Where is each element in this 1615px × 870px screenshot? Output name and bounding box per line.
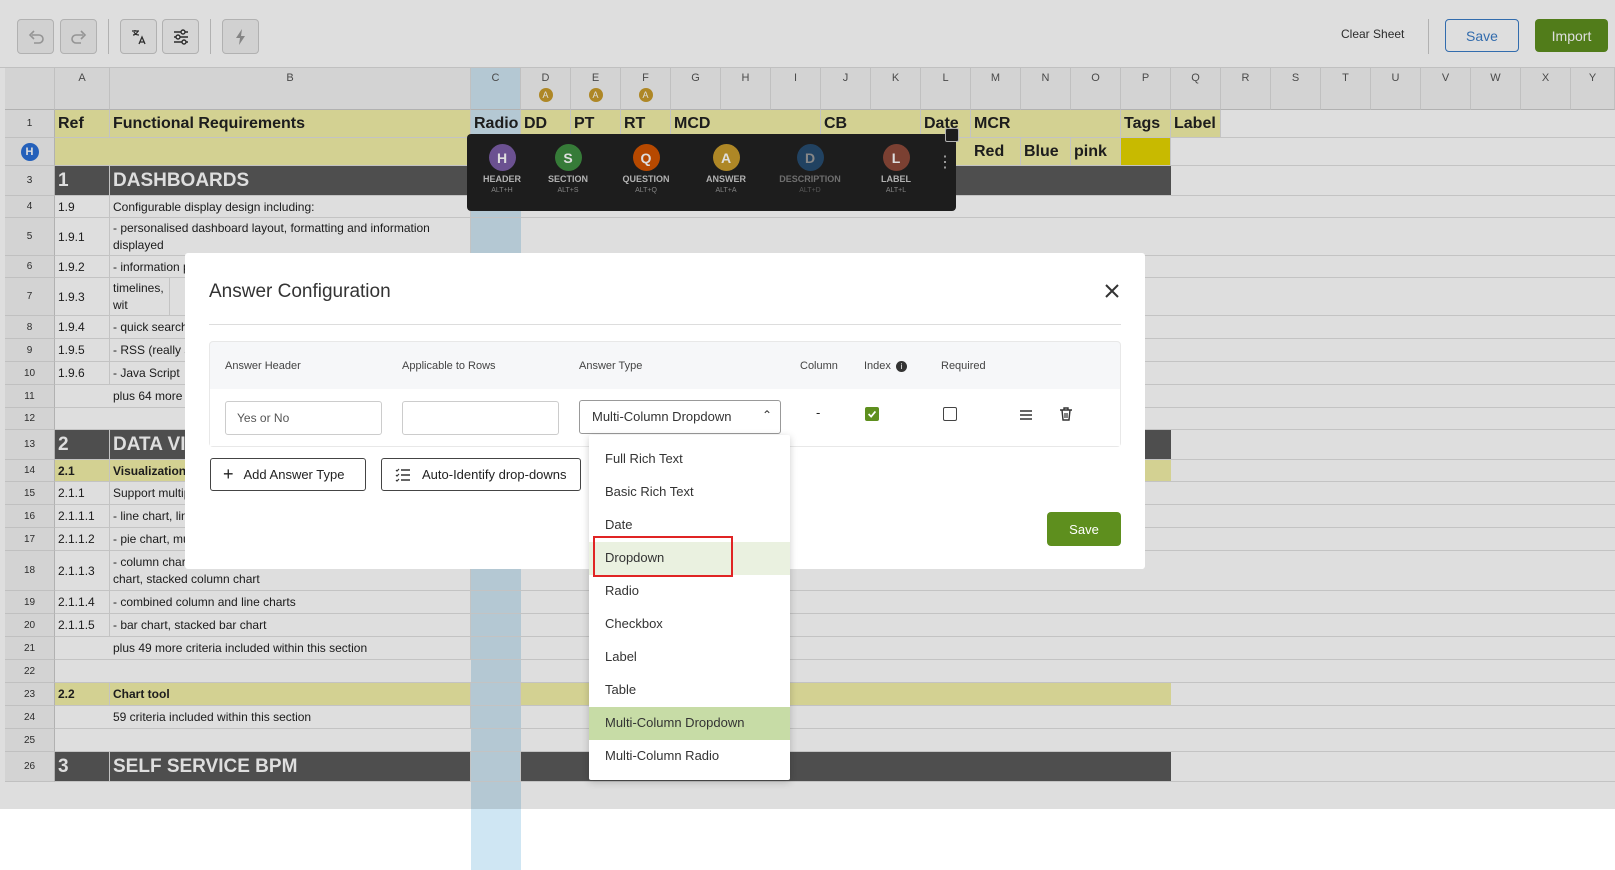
trash-icon [1060, 407, 1072, 421]
check-icon [867, 410, 877, 418]
col-answer-header: Answer Header [225, 360, 301, 372]
chevron-up-icon: ⌃ [761, 408, 772, 422]
answer-header-input[interactable]: Yes or No [225, 401, 382, 435]
option-full-rich-text[interactable]: Full Rich Text [589, 443, 790, 476]
info-icon[interactable]: i [895, 361, 907, 372]
close-button[interactable] [1102, 281, 1122, 301]
close-icon [1105, 284, 1119, 298]
button-label: Auto-Identify drop-downs [422, 467, 567, 482]
option-radio[interactable]: Radio [589, 575, 790, 608]
column-value: - [816, 405, 821, 420]
list-icon [395, 468, 410, 482]
option-multi-column-dropdown[interactable]: Multi-Column Dropdown [589, 707, 790, 740]
required-checkbox[interactable] [943, 407, 957, 421]
answer-table: Answer Header Applicable to Rows Answer … [209, 341, 1121, 447]
auto-identify-button[interactable]: Auto-Identify drop-downs [381, 458, 581, 491]
answer-type-value: Multi-Column Dropdown [592, 409, 732, 424]
option-label[interactable]: Label [589, 641, 790, 674]
plus-icon: + [223, 464, 234, 484]
index-checkbox[interactable] [865, 407, 879, 421]
drag-handle[interactable] [1018, 407, 1034, 423]
option-checkbox[interactable]: Checkbox [589, 608, 790, 641]
col-required: Required [941, 360, 986, 372]
delete-button[interactable] [1058, 406, 1074, 422]
col-applicable-rows: Applicable to Rows [402, 360, 496, 372]
modal-save-button[interactable]: Save [1047, 512, 1121, 546]
add-answer-type-button[interactable]: + Add Answer Type [210, 458, 366, 491]
highlight-box [593, 536, 733, 577]
answer-type-dropdown: Full Rich Text Basic Rich Text Date Drop… [589, 435, 790, 780]
divider [209, 324, 1121, 325]
option-table[interactable]: Table [589, 674, 790, 707]
menu-icon [1020, 410, 1032, 420]
col-column: Column [800, 360, 838, 372]
button-label: Add Answer Type [243, 467, 345, 482]
index-label: Index [864, 360, 891, 372]
col-index: Index i [864, 360, 907, 372]
answer-type-select[interactable]: Multi-Column Dropdown ⌃ [579, 400, 781, 434]
applicable-rows-input[interactable] [402, 401, 559, 435]
modal-title: Answer Configuration [209, 281, 391, 302]
option-basic-rich-text[interactable]: Basic Rich Text [589, 476, 790, 509]
option-multi-column-radio[interactable]: Multi-Column Radio [589, 740, 790, 773]
col-answer-type: Answer Type [579, 360, 643, 372]
